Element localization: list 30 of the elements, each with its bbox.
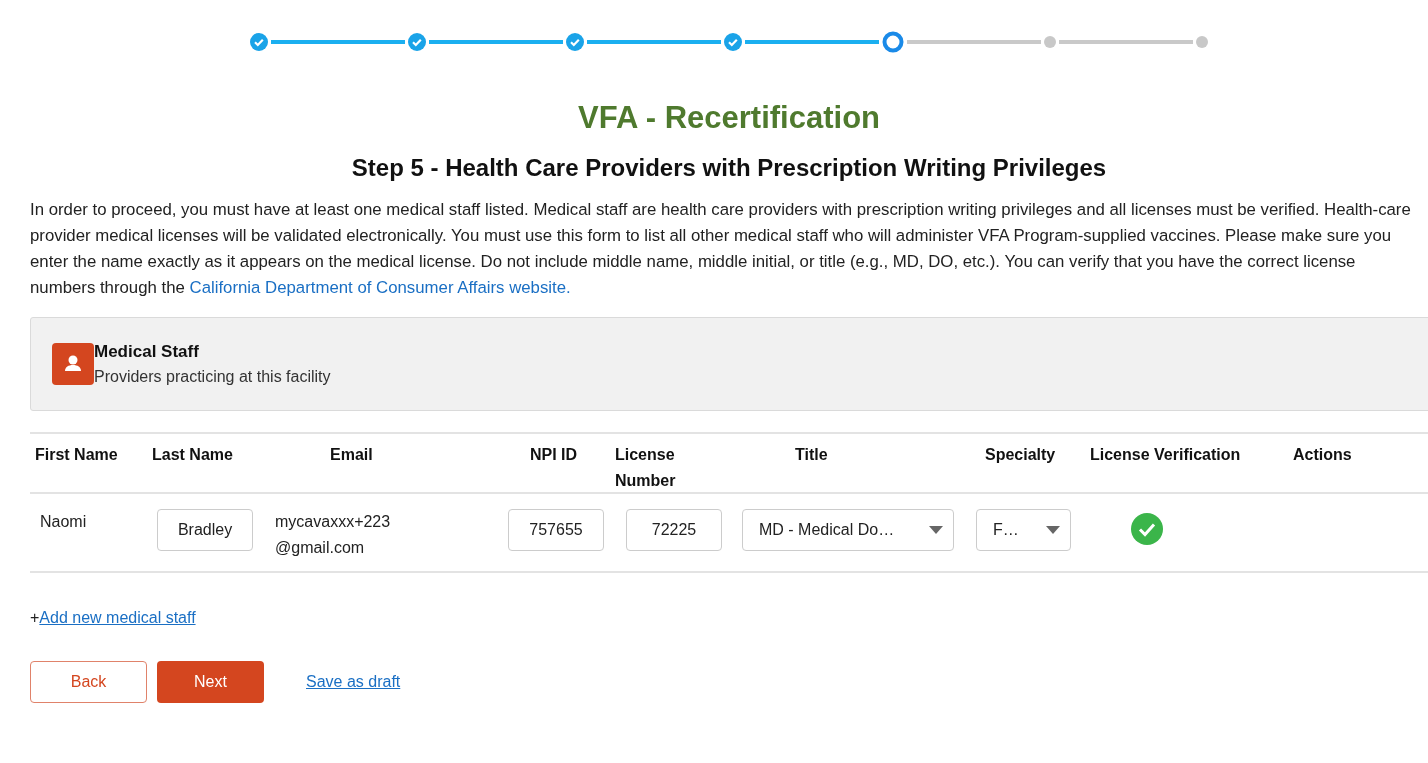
- column-header: Specialty: [985, 446, 1056, 463]
- consumer-affairs-link[interactable]: California Department of Consumer Affairs website.: [189, 278, 571, 297]
- page-title: VFA - Recertification: [577, 100, 881, 136]
- step-heading: Step 5 - Health Care Providers with Prescription Writing Privileges: [350, 154, 1108, 182]
- section-title: Medical Staff: [94, 342, 200, 362]
- add-staff-link[interactable]: Add new medical staff: [39, 609, 196, 626]
- last-name-field[interactable]: Bradley: [157, 509, 253, 551]
- column-header: Last Name: [152, 446, 233, 463]
- back-button[interactable]: Back: [30, 661, 147, 703]
- column-header: License Verification: [1090, 446, 1241, 463]
- instructions-paragraph: In order to proceed, you must have at least one medical staff listed. Medical staff are health care providers with prescription writing privileges and all licenses must be verified. Health-care provider medical licenses will be validated electronically. You must use this form to list all other medical staff who will administer VFA Program-supplied vaccines. Please make sure you enter the name exactly as it appears on the medical license. Do not include middle name, middle initial, or title (e.g., MD, DO, etc.). You can verify that you have the correct license numbers through the California Department of Consumer Affairs website.: [30, 199, 1412, 299]
- license-number-field[interactable]: 72225: [626, 509, 722, 551]
- plus-sign: +: [30, 609, 40, 626]
- caret-icon: [929, 526, 943, 534]
- section-subtitle: Providers practicing at this facility: [94, 368, 331, 386]
- column-header: Email: [330, 446, 373, 463]
- column-header: NPI ID: [530, 446, 578, 463]
- table-cell-text: mycavaxxx+223 @gmail.com: [275, 512, 391, 558]
- save-draft-link[interactable]: Save as draft: [306, 673, 401, 691]
- next-button[interactable]: Next: [157, 661, 264, 703]
- column-header: Title: [795, 446, 828, 463]
- person-icon: [52, 343, 94, 385]
- title-dropdown[interactable]: MD - Medical Do…: [742, 509, 954, 551]
- column-header: License Number: [615, 446, 676, 489]
- npi-id-field[interactable]: 757655: [508, 509, 604, 551]
- caret-icon: [1046, 526, 1060, 534]
- table-cell-text: Naomi: [40, 512, 87, 532]
- column-header: Actions: [1293, 446, 1352, 463]
- column-header: First Name: [35, 446, 118, 463]
- specialty-dropdown[interactable]: F…: [976, 509, 1071, 551]
